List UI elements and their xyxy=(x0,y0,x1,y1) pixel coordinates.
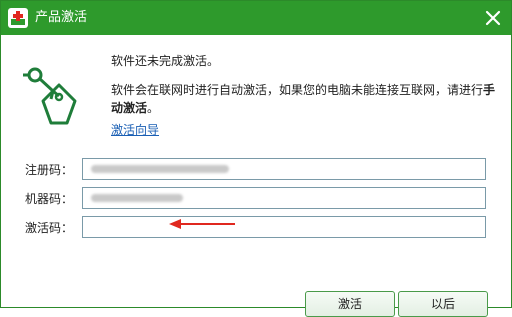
registration-code-field[interactable] xyxy=(82,158,486,180)
close-icon[interactable] xyxy=(483,8,503,28)
activation-wizard-link[interactable]: 激活向导 xyxy=(111,121,159,138)
registration-label: 注册码： xyxy=(25,163,74,177)
key-tag-icon xyxy=(23,63,87,133)
blurred-value xyxy=(91,194,183,202)
instruction-suffix: 。 xyxy=(147,101,160,115)
machine-label: 机器码： xyxy=(25,192,74,206)
machine-code-field[interactable] xyxy=(82,187,486,209)
activation-code-field[interactable] xyxy=(82,216,486,238)
title-bar: 产品激活 xyxy=(1,1,511,35)
arrow-left-icon xyxy=(167,215,237,234)
blurred-value xyxy=(91,165,229,173)
activate-button[interactable]: 激活 xyxy=(305,291,395,317)
window-title: 产品激活 xyxy=(35,10,88,25)
instruction-message: 软件会在联网时进行自动激活，如果您的电脑未能连接互联网，请进行手动激活。 xyxy=(111,81,501,117)
app-icon xyxy=(8,8,28,28)
dialog-body: 软件还未完成激活。 软件会在联网时进行自动激活，如果您的电脑未能连接互联网，请进… xyxy=(1,35,511,317)
later-button[interactable]: 以后 xyxy=(398,291,488,317)
status-message: 软件还未完成激活。 xyxy=(111,54,220,68)
activation-dialog: 产品激活 软件还未完成激活。 软件会在联网时进行自动激活，如果您的电脑未能连接互… xyxy=(0,0,512,317)
instruction-text: 软件会在联网时进行自动激活，如果您的电脑未能连接互联网，请进行 xyxy=(111,83,484,97)
activation-label: 激活码： xyxy=(25,221,74,235)
